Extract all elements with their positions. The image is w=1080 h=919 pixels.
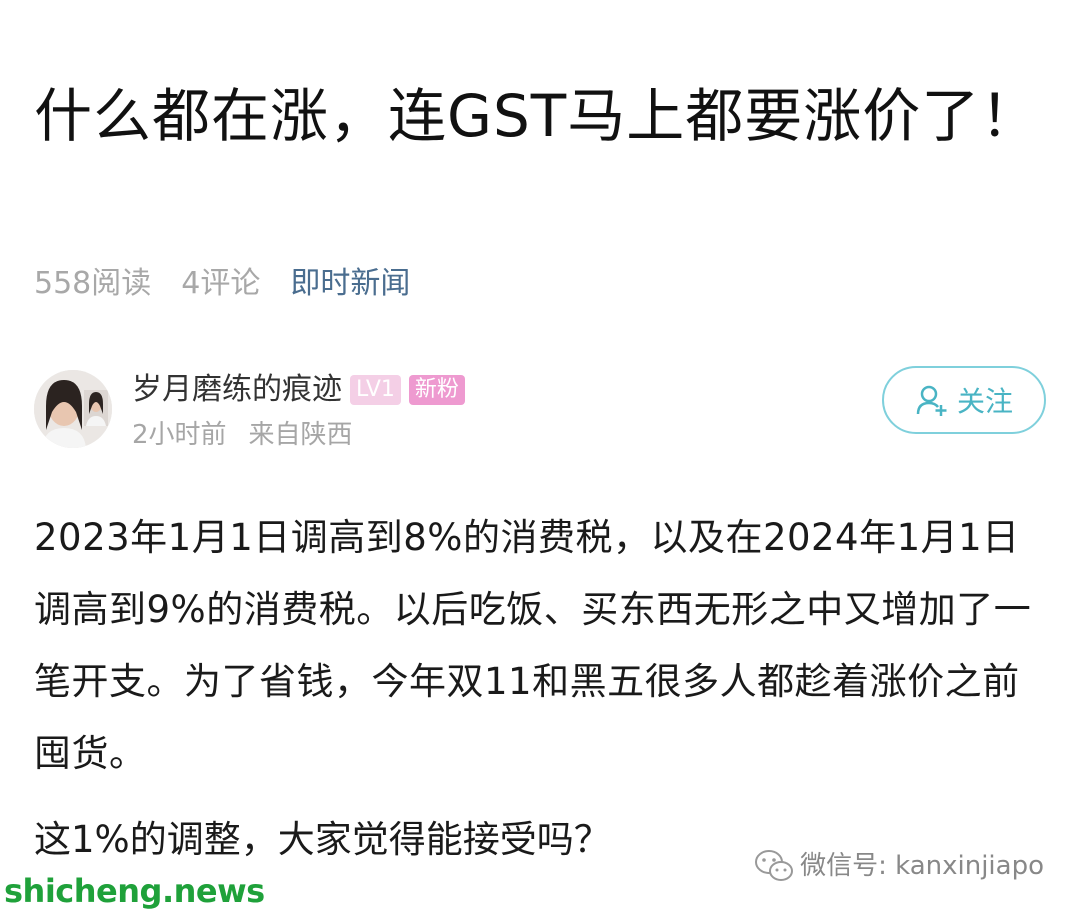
follow-button[interactable]: 关注 [882,366,1046,434]
avatar[interactable] [34,370,112,448]
article-question: 这1%的调整，大家觉得能接受吗？ [34,818,611,861]
post-time: 2小时前 [132,420,227,450]
add-user-icon [916,385,947,416]
author-name-row: 岁月磨练的痕迹 LV1 新粉 [132,370,465,410]
post-location: 来自陕西 [248,420,353,450]
author-card: 岁月磨练的痕迹 LV1 新粉 2小时前 来自陕西 关注 [34,362,1054,462]
article-paragraph: 2023年1月1日调高到8%的消费税，以及在2024年1月1日调高到9%的消费税… [34,516,1032,775]
article-title: 什么都在涨，连GST马上都要涨价了！ [34,82,1040,150]
article-meta: 558阅读 4评论 即时新闻 [34,264,410,304]
article-page: 什么都在涨，连GST马上都要涨价了！ 558阅读 4评论 即时新闻 岁月磨练的痕… [0,0,1080,919]
wechat-label: 微信号: kanxinjiapo [800,851,1044,881]
avatar-image [34,370,112,448]
author-name[interactable]: 岁月磨练的痕迹 [132,370,342,410]
author-subinfo: 2小时前 来自陕西 [132,418,353,452]
level-badge: LV1 [350,375,401,405]
wechat-id: 微信号: kanxinjiapo [754,846,1044,886]
site-watermark: shicheng.news [4,872,265,910]
follow-label: 关注 [956,385,1013,418]
read-count: 558阅读 [34,266,152,301]
category-link[interactable]: 即时新闻 [290,264,410,304]
fan-badge: 新粉 [408,375,465,405]
wechat-icon [755,850,794,881]
comment-count[interactable]: 4评论 [181,264,260,304]
